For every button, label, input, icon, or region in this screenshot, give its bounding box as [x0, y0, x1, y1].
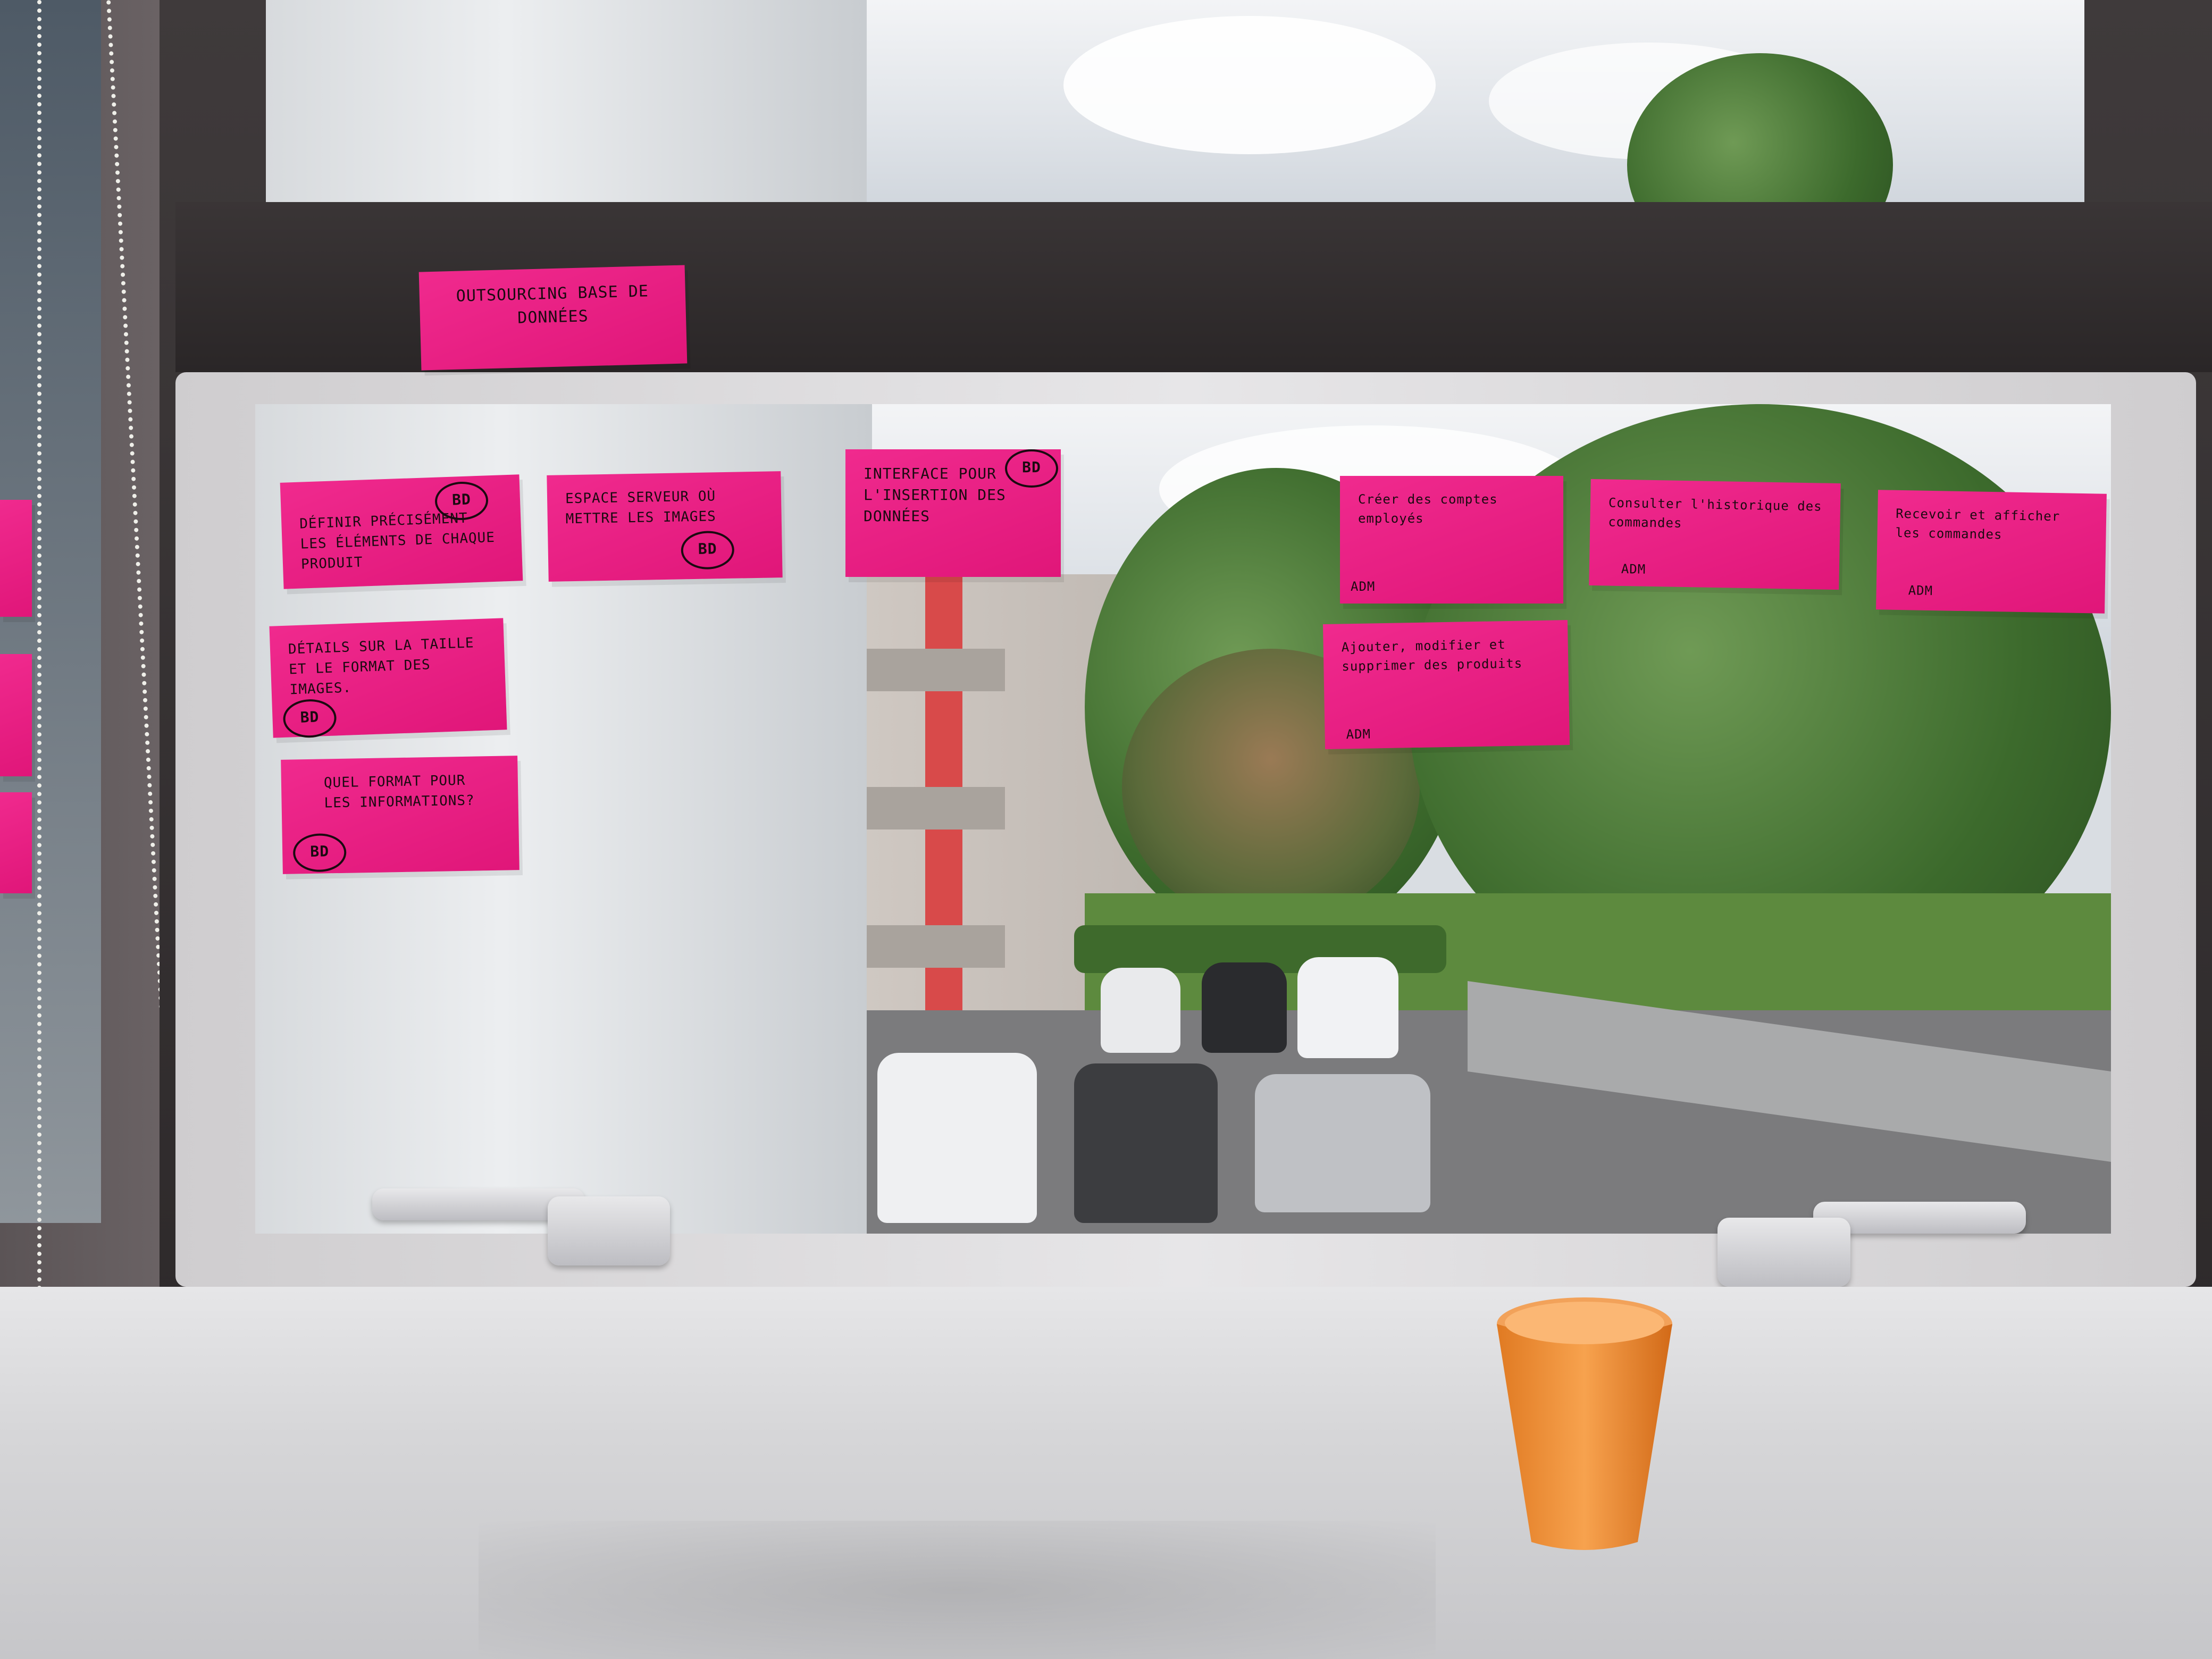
car-black	[1202, 962, 1287, 1053]
car-white	[1101, 968, 1180, 1053]
blind-cord[interactable]	[37, 0, 52, 1436]
note-tag: BD	[282, 698, 337, 739]
sill-shadow	[479, 1521, 1436, 1659]
sticky-note-partial[interactable]	[0, 500, 32, 617]
sticky-note-top[interactable]: Outsourcing base de données	[418, 265, 688, 371]
sticky-note-left-5[interactable]: Quel format pour les informations? BD	[281, 756, 520, 874]
plastic-cup[interactable]	[1494, 1292, 1675, 1558]
note-tag: BD	[292, 833, 347, 873]
window-scene: Outsourcing base de données Définir préc…	[0, 0, 2212, 1659]
car-dark	[1074, 1063, 1218, 1223]
balcony-slab	[867, 787, 1005, 830]
note-text: Espace serveur où mettre les images	[565, 488, 717, 527]
note-tag: ADM	[1346, 726, 1371, 742]
note-text: Consulter l'historique des commandes	[1608, 495, 1822, 531]
car-white	[877, 1053, 1037, 1223]
note-text: Outsourcing base de données	[456, 282, 649, 328]
car-silver	[1255, 1074, 1430, 1212]
balcony-slab	[867, 925, 1005, 968]
note-text: Détails sur la taille et le format des i…	[288, 635, 475, 698]
upper-building	[266, 0, 867, 213]
sticky-note-left-1[interactable]: Définir précisément les éléments de chaq…	[280, 474, 523, 589]
sticky-note-partial[interactable]	[0, 792, 32, 893]
note-text: Ajouter, modifier et supprimer des produ…	[1341, 637, 1523, 674]
upper-sky	[861, 0, 2084, 213]
note-text: Recevoir et afficher les commandes	[1895, 506, 2060, 542]
sticky-note-right-3[interactable]: Recevoir et afficher les commandes ADM	[1876, 490, 2107, 614]
car-white	[1297, 957, 1398, 1058]
sticky-note-left-2[interactable]: Espace serveur où mettre les images BD	[547, 471, 783, 582]
note-tag: BD	[1005, 449, 1058, 488]
note-tag: ADM	[1908, 583, 1933, 599]
window-handle-left-base[interactable]	[548, 1196, 670, 1266]
sticky-note-right-2[interactable]: Consulter l'historique des commandes ADM	[1589, 479, 1841, 590]
note-tag: ADM	[1621, 561, 1646, 577]
sticky-note-left-4[interactable]: Détails sur la taille et le format des i…	[269, 618, 507, 739]
note-tag: BD	[434, 481, 489, 521]
upper-glass	[266, 0, 2084, 213]
sticky-note-partial[interactable]	[0, 654, 32, 776]
note-text: Quel format pour les informations?	[323, 772, 475, 811]
cup-shape	[1497, 1297, 1672, 1550]
note-tag: ADM	[1351, 579, 1376, 594]
note-tag: BD	[681, 530, 735, 570]
cloud	[1063, 16, 1436, 154]
sticky-note-right-1[interactable]: Créer des comptes employés ADM	[1340, 476, 1563, 604]
sticky-note-right-4[interactable]: Ajouter, modifier et supprimer des produ…	[1322, 620, 1570, 749]
note-text: Créer des comptes employés	[1358, 492, 1498, 526]
sticky-note-left-3[interactable]: Interface pour l'insertion des données B…	[845, 449, 1061, 577]
balcony-slab	[867, 649, 1005, 691]
note-text: Interface pour l'insertion des données	[864, 465, 1006, 525]
window-handle-right-base[interactable]	[1717, 1218, 1850, 1287]
